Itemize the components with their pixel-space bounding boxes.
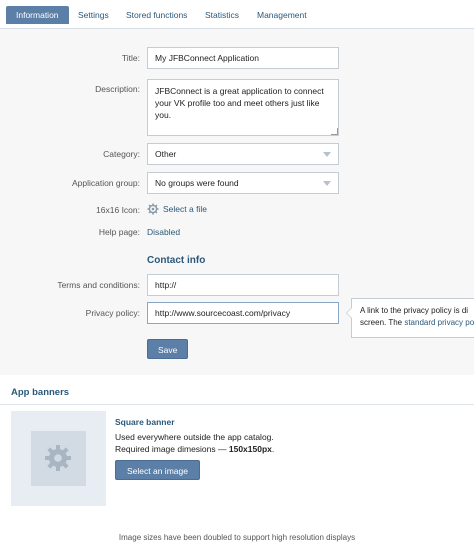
category-select[interactable]: Other: [147, 143, 339, 165]
tab-information[interactable]: Information: [6, 6, 69, 24]
select-image-button[interactable]: Select an image: [115, 460, 200, 480]
privacy-input[interactable]: http://www.sourcecoast.com/privacy: [147, 302, 339, 324]
help-page-label: Help page:: [98, 227, 140, 237]
required-dimensions: 150x150px: [228, 444, 272, 454]
square-banner-requirements: Required image dimesions — 150x150px.: [115, 444, 275, 454]
privacy-tooltip: A link to the privacy policy is di scree…: [351, 298, 474, 338]
tooltip-line-2: screen. The standard privacy po: [360, 318, 474, 327]
app-banners-section: App banners Square banner Used everywher…: [0, 375, 474, 554]
tab-stored-functions[interactable]: Stored functions: [116, 6, 197, 24]
standard-privacy-link[interactable]: standard privacy po: [404, 318, 474, 327]
tab-management[interactable]: Management: [247, 6, 317, 24]
tab-settings[interactable]: Settings: [68, 6, 119, 24]
square-banner-description: Used everywhere outside the app catalog.: [115, 432, 274, 442]
tab-bar: Information Settings Stored functions St…: [0, 0, 474, 29]
application-group-select[interactable]: No groups were found: [147, 172, 339, 194]
privacy-label: Privacy policy:: [85, 308, 140, 318]
tooltip-arrow-fill: [347, 308, 352, 318]
tooltip-line-1: A link to the privacy policy is di: [360, 306, 469, 315]
app-banners-heading: App banners: [11, 387, 70, 398]
description-label: Description:: [95, 84, 140, 94]
description-textarea[interactable]: JFBConnect is a great application to con…: [147, 79, 339, 136]
title-label: Title:: [121, 53, 140, 63]
chevron-down-icon: [323, 152, 331, 157]
application-group-value: No groups were found: [155, 178, 239, 188]
gear-icon: [147, 203, 159, 215]
icon-label: 16x16 Icon:: [96, 205, 140, 215]
gear-icon: [45, 445, 71, 471]
square-banner-placeholder: [11, 411, 106, 506]
tab-statistics[interactable]: Statistics: [195, 6, 249, 24]
select-file-link[interactable]: Select a file: [163, 204, 207, 214]
category-value: Other: [155, 149, 177, 159]
chevron-down-icon: [323, 181, 331, 186]
application-group-label: Application group:: [71, 178, 140, 188]
save-button[interactable]: Save: [147, 339, 189, 359]
contact-info-heading: Contact info: [147, 255, 206, 266]
section-divider: [0, 404, 474, 405]
resize-handle[interactable]: [331, 128, 338, 135]
help-page-disabled-link[interactable]: Disabled: [147, 227, 180, 237]
terms-input[interactable]: http://: [147, 274, 339, 296]
footer-note: Image sizes have been doubled to support…: [118, 533, 356, 542]
terms-label: Terms and conditions:: [57, 280, 140, 290]
title-input[interactable]: My JFBConnect Application: [147, 47, 339, 69]
placeholder-frame: [31, 431, 86, 486]
category-label: Category:: [103, 149, 140, 159]
square-banner-title: Square banner: [115, 417, 175, 427]
